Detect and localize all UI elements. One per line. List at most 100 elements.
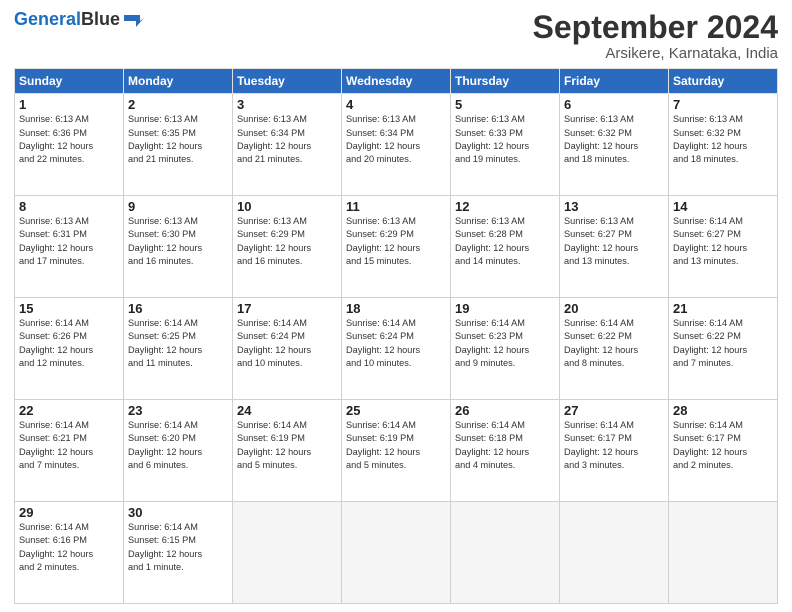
day-number: 23 bbox=[128, 403, 228, 418]
day-number: 24 bbox=[237, 403, 337, 418]
day-header-wednesday: Wednesday bbox=[342, 69, 451, 94]
day-info: Sunrise: 6:13 AM Sunset: 6:27 PM Dayligh… bbox=[564, 215, 664, 268]
day-info: Sunrise: 6:14 AM Sunset: 6:19 PM Dayligh… bbox=[237, 419, 337, 472]
day-number: 29 bbox=[19, 505, 119, 520]
day-info: Sunrise: 6:13 AM Sunset: 6:34 PM Dayligh… bbox=[346, 113, 446, 166]
calendar-cell: 25Sunrise: 6:14 AM Sunset: 6:19 PM Dayli… bbox=[342, 400, 451, 502]
day-number: 14 bbox=[673, 199, 773, 214]
day-info: Sunrise: 6:13 AM Sunset: 6:29 PM Dayligh… bbox=[346, 215, 446, 268]
calendar-cell: 28Sunrise: 6:14 AM Sunset: 6:17 PM Dayli… bbox=[669, 400, 778, 502]
calendar-cell: 6Sunrise: 6:13 AM Sunset: 6:32 PM Daylig… bbox=[560, 94, 669, 196]
logo-general: General bbox=[14, 9, 81, 29]
day-number: 18 bbox=[346, 301, 446, 316]
calendar-week-0: 1Sunrise: 6:13 AM Sunset: 6:36 PM Daylig… bbox=[15, 94, 778, 196]
location: Arsikere, Karnataka, India bbox=[533, 45, 778, 62]
day-info: Sunrise: 6:14 AM Sunset: 6:22 PM Dayligh… bbox=[673, 317, 773, 370]
calendar-cell: 18Sunrise: 6:14 AM Sunset: 6:24 PM Dayli… bbox=[342, 298, 451, 400]
day-number: 8 bbox=[19, 199, 119, 214]
day-header-friday: Friday bbox=[560, 69, 669, 94]
calendar-cell: 20Sunrise: 6:14 AM Sunset: 6:22 PM Dayli… bbox=[560, 298, 669, 400]
calendar-cell: 9Sunrise: 6:13 AM Sunset: 6:30 PM Daylig… bbox=[124, 196, 233, 298]
day-number: 16 bbox=[128, 301, 228, 316]
day-header-tuesday: Tuesday bbox=[233, 69, 342, 94]
calendar-cell: 1Sunrise: 6:13 AM Sunset: 6:36 PM Daylig… bbox=[15, 94, 124, 196]
day-number: 28 bbox=[673, 403, 773, 418]
calendar-cell: 23Sunrise: 6:14 AM Sunset: 6:20 PM Dayli… bbox=[124, 400, 233, 502]
day-number: 3 bbox=[237, 97, 337, 112]
day-number: 30 bbox=[128, 505, 228, 520]
calendar-cell: 17Sunrise: 6:14 AM Sunset: 6:24 PM Dayli… bbox=[233, 298, 342, 400]
calendar-cell: 7Sunrise: 6:13 AM Sunset: 6:32 PM Daylig… bbox=[669, 94, 778, 196]
calendar-cell: 14Sunrise: 6:14 AM Sunset: 6:27 PM Dayli… bbox=[669, 196, 778, 298]
day-info: Sunrise: 6:14 AM Sunset: 6:24 PM Dayligh… bbox=[237, 317, 337, 370]
title-block: September 2024 Arsikere, Karnataka, Indi… bbox=[533, 10, 778, 62]
day-number: 26 bbox=[455, 403, 555, 418]
logo-blue: Blue bbox=[81, 9, 120, 29]
calendar-cell: 26Sunrise: 6:14 AM Sunset: 6:18 PM Dayli… bbox=[451, 400, 560, 502]
day-info: Sunrise: 6:14 AM Sunset: 6:18 PM Dayligh… bbox=[455, 419, 555, 472]
day-number: 17 bbox=[237, 301, 337, 316]
day-number: 13 bbox=[564, 199, 664, 214]
day-number: 22 bbox=[19, 403, 119, 418]
day-info: Sunrise: 6:13 AM Sunset: 6:31 PM Dayligh… bbox=[19, 215, 119, 268]
day-number: 12 bbox=[455, 199, 555, 214]
calendar-cell: 22Sunrise: 6:14 AM Sunset: 6:21 PM Dayli… bbox=[15, 400, 124, 502]
day-number: 27 bbox=[564, 403, 664, 418]
day-number: 21 bbox=[673, 301, 773, 316]
calendar-cell bbox=[451, 502, 560, 604]
page-header: GeneralBlue September 2024 Arsikere, Kar… bbox=[14, 10, 778, 62]
day-info: Sunrise: 6:14 AM Sunset: 6:20 PM Dayligh… bbox=[128, 419, 228, 472]
calendar-week-1: 8Sunrise: 6:13 AM Sunset: 6:31 PM Daylig… bbox=[15, 196, 778, 298]
day-header-thursday: Thursday bbox=[451, 69, 560, 94]
calendar-cell: 27Sunrise: 6:14 AM Sunset: 6:17 PM Dayli… bbox=[560, 400, 669, 502]
calendar-cell: 4Sunrise: 6:13 AM Sunset: 6:34 PM Daylig… bbox=[342, 94, 451, 196]
month-title: September 2024 bbox=[533, 10, 778, 45]
day-number: 4 bbox=[346, 97, 446, 112]
day-number: 19 bbox=[455, 301, 555, 316]
calendar-cell: 5Sunrise: 6:13 AM Sunset: 6:33 PM Daylig… bbox=[451, 94, 560, 196]
day-info: Sunrise: 6:14 AM Sunset: 6:22 PM Dayligh… bbox=[564, 317, 664, 370]
day-number: 10 bbox=[237, 199, 337, 214]
calendar-cell: 15Sunrise: 6:14 AM Sunset: 6:26 PM Dayli… bbox=[15, 298, 124, 400]
day-number: 15 bbox=[19, 301, 119, 316]
day-number: 20 bbox=[564, 301, 664, 316]
day-info: Sunrise: 6:14 AM Sunset: 6:17 PM Dayligh… bbox=[564, 419, 664, 472]
day-number: 11 bbox=[346, 199, 446, 214]
calendar-cell: 3Sunrise: 6:13 AM Sunset: 6:34 PM Daylig… bbox=[233, 94, 342, 196]
day-info: Sunrise: 6:13 AM Sunset: 6:30 PM Dayligh… bbox=[128, 215, 228, 268]
calendar-cell: 19Sunrise: 6:14 AM Sunset: 6:23 PM Dayli… bbox=[451, 298, 560, 400]
calendar-cell bbox=[233, 502, 342, 604]
day-number: 25 bbox=[346, 403, 446, 418]
calendar-cell: 13Sunrise: 6:13 AM Sunset: 6:27 PM Dayli… bbox=[560, 196, 669, 298]
calendar-week-3: 22Sunrise: 6:14 AM Sunset: 6:21 PM Dayli… bbox=[15, 400, 778, 502]
day-info: Sunrise: 6:13 AM Sunset: 6:34 PM Dayligh… bbox=[237, 113, 337, 166]
day-info: Sunrise: 6:14 AM Sunset: 6:15 PM Dayligh… bbox=[128, 521, 228, 574]
day-info: Sunrise: 6:14 AM Sunset: 6:26 PM Dayligh… bbox=[19, 317, 119, 370]
calendar-cell: 30Sunrise: 6:14 AM Sunset: 6:15 PM Dayli… bbox=[124, 502, 233, 604]
calendar-cell: 11Sunrise: 6:13 AM Sunset: 6:29 PM Dayli… bbox=[342, 196, 451, 298]
day-info: Sunrise: 6:13 AM Sunset: 6:32 PM Dayligh… bbox=[564, 113, 664, 166]
calendar-cell: 16Sunrise: 6:14 AM Sunset: 6:25 PM Dayli… bbox=[124, 298, 233, 400]
day-header-sunday: Sunday bbox=[15, 69, 124, 94]
calendar-cell: 8Sunrise: 6:13 AM Sunset: 6:31 PM Daylig… bbox=[15, 196, 124, 298]
day-info: Sunrise: 6:13 AM Sunset: 6:33 PM Dayligh… bbox=[455, 113, 555, 166]
day-info: Sunrise: 6:13 AM Sunset: 6:28 PM Dayligh… bbox=[455, 215, 555, 268]
calendar-week-4: 29Sunrise: 6:14 AM Sunset: 6:16 PM Dayli… bbox=[15, 502, 778, 604]
logo: GeneralBlue bbox=[14, 10, 144, 30]
day-info: Sunrise: 6:14 AM Sunset: 6:23 PM Dayligh… bbox=[455, 317, 555, 370]
calendar-cell bbox=[342, 502, 451, 604]
day-info: Sunrise: 6:13 AM Sunset: 6:29 PM Dayligh… bbox=[237, 215, 337, 268]
page-container: GeneralBlue September 2024 Arsikere, Kar… bbox=[0, 0, 792, 612]
calendar-cell: 21Sunrise: 6:14 AM Sunset: 6:22 PM Dayli… bbox=[669, 298, 778, 400]
day-info: Sunrise: 6:13 AM Sunset: 6:36 PM Dayligh… bbox=[19, 113, 119, 166]
day-info: Sunrise: 6:14 AM Sunset: 6:17 PM Dayligh… bbox=[673, 419, 773, 472]
day-info: Sunrise: 6:14 AM Sunset: 6:27 PM Dayligh… bbox=[673, 215, 773, 268]
day-info: Sunrise: 6:14 AM Sunset: 6:25 PM Dayligh… bbox=[128, 317, 228, 370]
calendar-cell: 10Sunrise: 6:13 AM Sunset: 6:29 PM Dayli… bbox=[233, 196, 342, 298]
day-info: Sunrise: 6:14 AM Sunset: 6:24 PM Dayligh… bbox=[346, 317, 446, 370]
logo-text: GeneralBlue bbox=[14, 10, 120, 30]
day-header-monday: Monday bbox=[124, 69, 233, 94]
calendar-cell bbox=[669, 502, 778, 604]
day-number: 9 bbox=[128, 199, 228, 214]
day-header-saturday: Saturday bbox=[669, 69, 778, 94]
